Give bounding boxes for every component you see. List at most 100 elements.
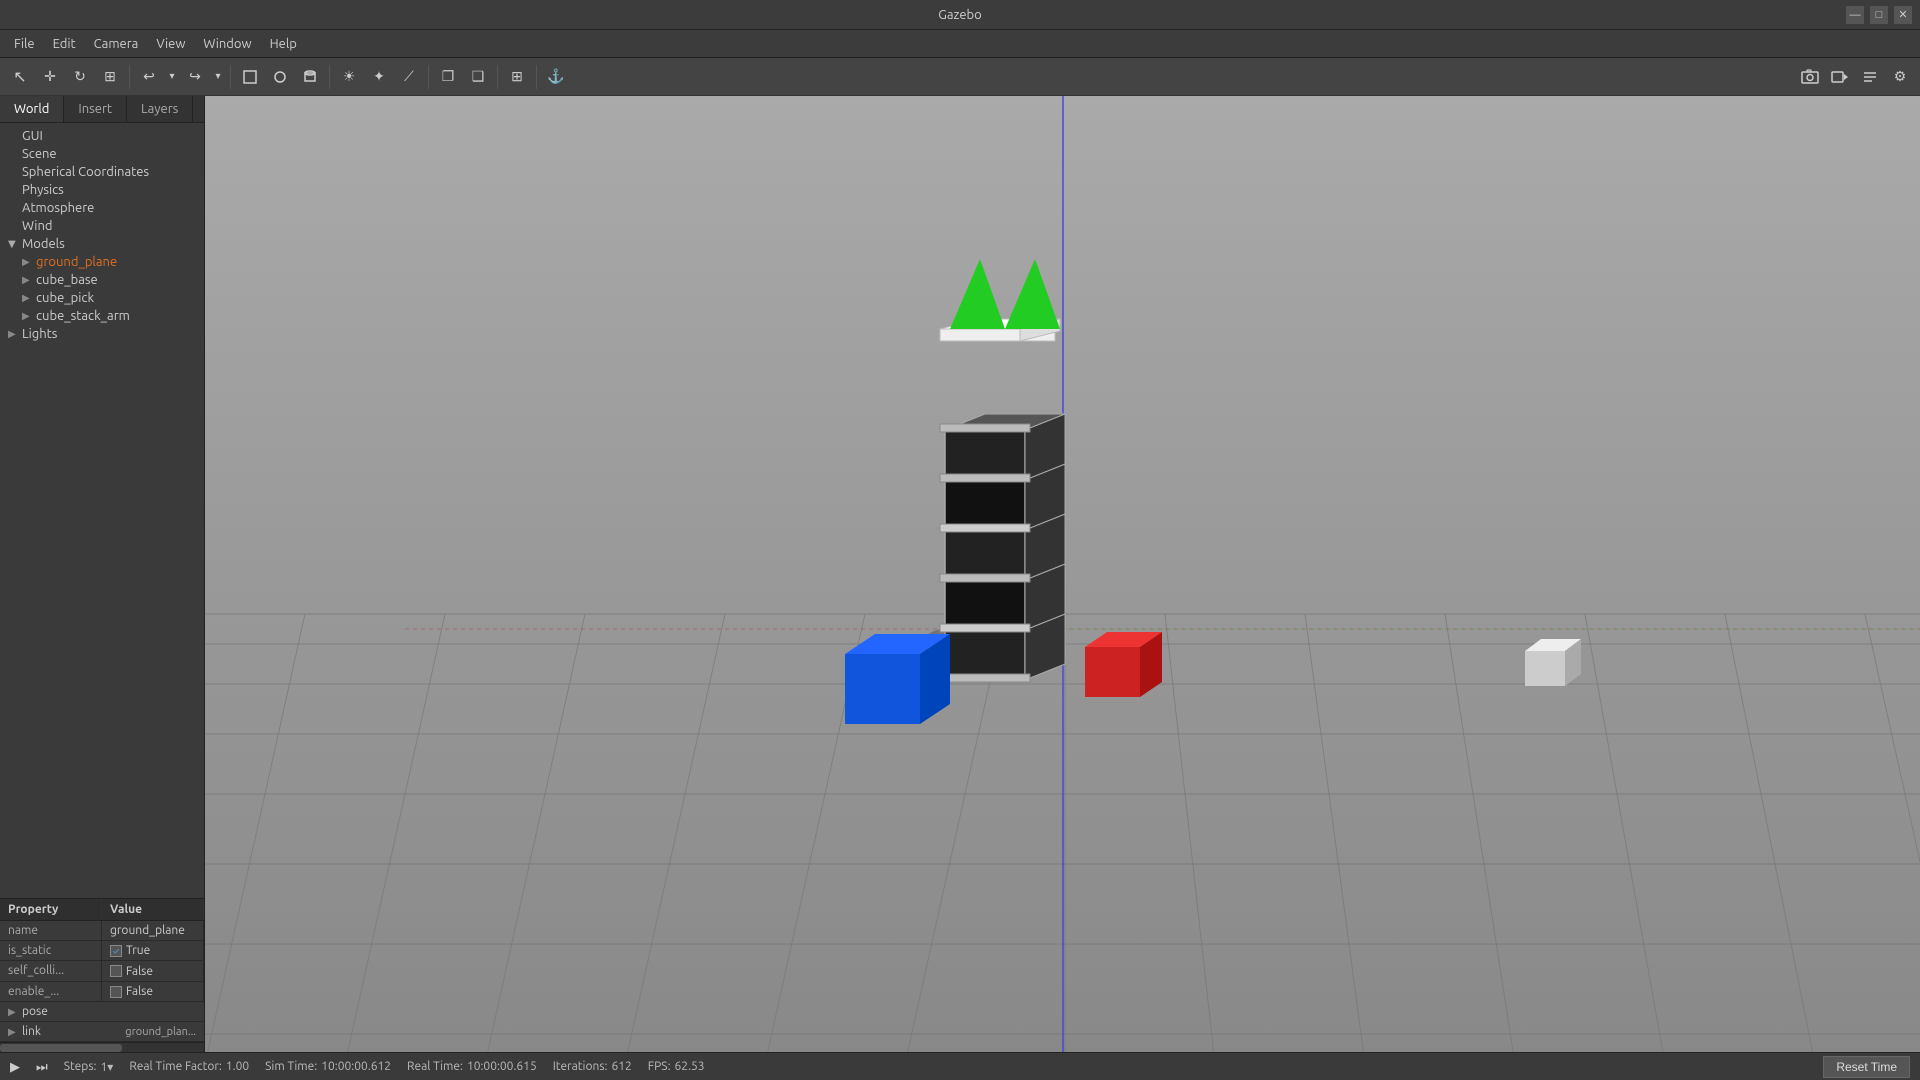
undo-dropdown[interactable]: ▾ <box>165 63 179 91</box>
box-shape-button[interactable] <box>236 63 264 91</box>
viewport[interactable] <box>205 96 1920 1052</box>
screenshot-button[interactable] <box>1796 63 1824 91</box>
steps-value: 1 <box>101 1061 108 1074</box>
props-row-self-collide: self_colli... ✓ False <box>0 961 204 982</box>
real-time-value: 10:00:00.615 <box>467 1060 537 1073</box>
tab-world[interactable]: World <box>0 96 64 122</box>
copy-button[interactable]: ❐ <box>434 63 462 91</box>
menu-view[interactable]: View <box>148 34 193 54</box>
props-label-pose: pose <box>22 1005 48 1018</box>
translate-tool[interactable]: ✛ <box>36 63 64 91</box>
real-time-item: Real Time: 10:00:00.615 <box>407 1060 537 1073</box>
main-area: World Insert Layers GUI Scene Spherical … <box>0 96 1920 1052</box>
spot-light-button[interactable]: ⟋ <box>395 63 423 91</box>
menu-window[interactable]: Window <box>195 34 259 54</box>
steps-dropdown[interactable]: 1▾ <box>101 1060 114 1074</box>
scrollbar-thumb[interactable] <box>0 1044 122 1052</box>
step-button[interactable]: ⏭ <box>36 1059 48 1075</box>
tree-item-cube-stack-arm[interactable]: ▶ cube_stack_arm <box>0 307 204 325</box>
minimize-button[interactable]: — <box>1846 6 1864 24</box>
sim-time-label: Sim Time: <box>265 1060 317 1073</box>
tree-item-ground-plane[interactable]: ▶ ground_plane <box>0 253 204 271</box>
sun-light-button[interactable]: ☀ <box>335 63 363 91</box>
menu-camera[interactable]: Camera <box>86 34 147 54</box>
tree-item-wind[interactable]: Wind <box>0 217 204 235</box>
tree-item-cube-base[interactable]: ▶ cube_base <box>0 271 204 289</box>
scale-tool[interactable]: ⊞ <box>96 63 124 91</box>
cylinder-shape-button[interactable] <box>296 63 324 91</box>
sep6 <box>536 65 537 89</box>
props-header-value: Value <box>102 899 204 920</box>
tree-label-wind: Wind <box>22 219 52 233</box>
arrow-cube-base: ▶ <box>22 274 36 286</box>
fps-label: FPS: <box>648 1060 671 1073</box>
tab-insert[interactable]: Insert <box>64 96 127 122</box>
iterations-item: Iterations: 612 <box>553 1060 632 1073</box>
menu-edit[interactable]: Edit <box>45 34 84 54</box>
props-row-pose[interactable]: ▶ pose <box>0 1002 204 1022</box>
align-button[interactable]: ⊞ <box>503 63 531 91</box>
select-tool[interactable]: ↖ <box>6 63 34 91</box>
tree-label-scene: Scene <box>22 147 57 161</box>
tree-item-physics[interactable]: Physics <box>0 181 204 199</box>
play-button[interactable]: ▶ <box>10 1059 20 1075</box>
tree-item-gui[interactable]: GUI <box>0 127 204 145</box>
props-value-name[interactable]: ground_plane <box>102 921 204 940</box>
sim-time-item: Sim Time: 10:00:00.612 <box>265 1060 391 1073</box>
props-row-link[interactable]: ▶ link ground_plan... <box>0 1022 204 1042</box>
redo-button[interactable]: ↪ <box>181 63 209 91</box>
self-collide-checkbox[interactable]: ✓ <box>110 965 122 977</box>
window-controls[interactable]: — □ ✕ <box>1846 6 1912 24</box>
sep2 <box>230 65 231 89</box>
rotate-tool[interactable]: ↻ <box>66 63 94 91</box>
props-label-link: link <box>22 1025 125 1038</box>
paste-button[interactable]: ❑ <box>464 63 492 91</box>
point-light-button[interactable]: ✦ <box>365 63 393 91</box>
props-value-enable[interactable]: ✓ False <box>102 982 204 1002</box>
tree-label-cube-stack-arm: cube_stack_arm <box>36 309 130 323</box>
tree-item-scene[interactable]: Scene <box>0 145 204 163</box>
props-label-is-static: is_static <box>0 941 102 961</box>
props-label-name: name <box>0 921 102 940</box>
horizontal-scrollbar[interactable] <box>0 1042 204 1052</box>
tree-label-models: Models <box>22 237 65 251</box>
fps-value: 62.53 <box>675 1060 705 1073</box>
log-button[interactable] <box>1856 63 1884 91</box>
tree-label-physics: Physics <box>22 183 64 197</box>
real-time-factor-value: 1.00 <box>226 1060 249 1073</box>
tree-item-atmosphere[interactable]: Atmosphere <box>0 199 204 217</box>
redo-dropdown[interactable]: ▾ <box>211 63 225 91</box>
tree-item-models[interactable]: ▼ Models <box>0 235 204 253</box>
props-label-enable: enable_... <box>0 982 102 1002</box>
options-button[interactable]: ⚙ <box>1886 63 1914 91</box>
arrow-ground-plane: ▶ <box>22 256 36 268</box>
record-button[interactable] <box>1826 63 1854 91</box>
tree-item-cube-pick[interactable]: ▶ cube_pick <box>0 289 204 307</box>
left-panel: World Insert Layers GUI Scene Spherical … <box>0 96 205 1052</box>
enable-checkbox[interactable]: ✓ <box>110 986 122 998</box>
close-button[interactable]: ✕ <box>1894 6 1912 24</box>
snap-button[interactable]: ⚓ <box>542 63 570 91</box>
reset-time-button[interactable]: Reset Time <box>1823 1056 1910 1078</box>
maximize-button[interactable]: □ <box>1870 6 1888 24</box>
arrow-link: ▶ <box>8 1026 22 1038</box>
real-time-label: Real Time: <box>407 1060 463 1073</box>
iterations-value: 612 <box>611 1060 631 1073</box>
tree-item-lights[interactable]: ▶ Lights <box>0 325 204 343</box>
is-static-checkbox[interactable]: ✓ <box>110 945 122 957</box>
menu-help[interactable]: Help <box>262 34 305 54</box>
props-row-name: name ground_plane <box>0 921 204 941</box>
menu-file[interactable]: File <box>6 34 43 54</box>
props-value-self-collide[interactable]: ✓ False <box>102 961 204 981</box>
toolbar: ↖ ✛ ↻ ⊞ ↩ ▾ ↪ ▾ ☀ ✦ ⟋ ❐ ❑ ⊞ ⚓ ⚙ <box>0 58 1920 96</box>
undo-button[interactable]: ↩ <box>135 63 163 91</box>
arrow-lights: ▶ <box>8 328 22 340</box>
tree-label-cube-pick: cube_pick <box>36 291 94 305</box>
props-header: Property Value <box>0 899 204 921</box>
tree-area: GUI Scene Spherical Coordinates Physics … <box>0 123 204 898</box>
statusbar: ▶ ⏭ Steps: 1▾ Real Time Factor: 1.00 Sim… <box>0 1052 1920 1080</box>
tree-item-spherical-coords[interactable]: Spherical Coordinates <box>0 163 204 181</box>
props-value-is-static[interactable]: ✓ True <box>102 941 204 961</box>
tab-layers[interactable]: Layers <box>127 96 193 122</box>
sphere-shape-button[interactable] <box>266 63 294 91</box>
